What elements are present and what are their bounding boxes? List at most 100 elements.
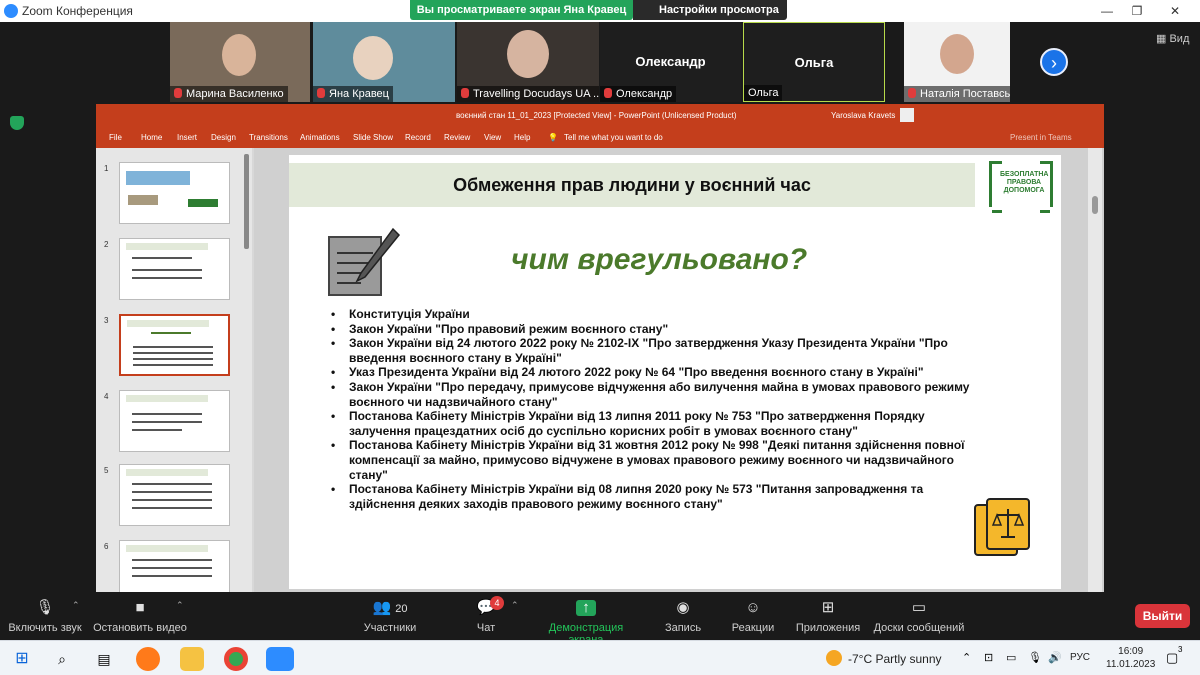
muted-mic-icon [317,88,325,98]
ppt-ribbon-tabs: File Home Insert Design Transitions Anim… [96,126,1104,148]
logo-text: БЕЗОПЛАТНА ПРАВОВА ДОПОМОГА [1000,171,1049,194]
participant-name: Марина Василенко [186,88,284,100]
editor-scrollbar[interactable] [1088,148,1102,592]
firefox-icon[interactable] [136,647,160,671]
tab-view[interactable]: View [484,133,501,142]
windows-start-icon[interactable]: ⊞ [10,647,34,671]
list-item: Постанова Кабінету Міністрів України від… [331,409,971,438]
tell-me-search[interactable]: Tell me what you want to do [564,133,663,142]
list-item: Конституція України [331,307,971,322]
tab-file[interactable]: File [109,133,122,142]
weather-sun-icon [826,650,842,666]
view-options-label: Настройки просмотра [659,4,779,16]
participant-video [222,34,256,76]
security-shield-icon[interactable] [10,116,24,130]
notifications-icon[interactable]: ▢ [1166,650,1178,666]
leave-button[interactable]: Выйти [1135,604,1190,628]
tab-transitions[interactable]: Transitions [249,133,288,142]
list-item: Указ Президента України від 24 лютого 20… [331,365,971,380]
chrome-icon[interactable] [224,647,248,671]
muted-mic-icon [604,88,612,98]
speaker-icon[interactable]: 🔊 [1048,651,1062,664]
chevron-up-icon[interactable]: ⌃ [511,600,519,611]
slide-number: 6 [104,542,109,551]
task-view-icon[interactable]: ▤ [92,647,116,671]
tab-insert[interactable]: Insert [177,133,197,142]
tab-record[interactable]: Record [405,133,431,142]
slide-number: 1 [104,164,109,173]
participant-tile[interactable]: Наталія Поставська [904,22,1010,102]
view-options-button[interactable]: Настройки просмотра ⌄ [633,0,787,36]
language-indicator[interactable]: РУС [1070,652,1090,663]
tab-home[interactable]: Home [141,133,162,142]
chevron-up-icon[interactable]: ⌃ [962,651,971,664]
user-avatar[interactable] [900,108,914,122]
view-toggle-button[interactable]: ▦ Вид [1156,32,1189,45]
participants-button[interactable]: 👥 20 Участники [360,592,420,640]
slide-thumbnail[interactable] [119,464,230,526]
participant-tile[interactable]: Марина Василенко [170,22,310,102]
participant-name: Наталія Поставська [920,88,1010,100]
window-title: Zoom Конференция [22,4,133,18]
tab-review[interactable]: Review [444,133,470,142]
minimize-icon[interactable]: — [1092,2,1122,20]
thumbnails-scrollbar[interactable] [244,154,249,249]
chevron-up-icon[interactable]: ⌃ [176,600,184,611]
record-button[interactable]: ◉ Запись [660,592,706,640]
microphone-icon[interactable]: 🎙 [1028,651,1042,664]
reactions-button[interactable]: ☺ Реакции [728,592,778,640]
ppt-user-name: Yaroslava Kravets [831,111,896,120]
zoom-taskbar-icon[interactable] [266,647,294,671]
legal-sources-list: Конституція України Закон України "Про п… [331,307,971,511]
reactions-label: Реакции [731,622,775,634]
participant-video [353,36,393,80]
participant-display-name: Олександр [635,54,706,69]
maximize-icon[interactable]: ❐ [1122,2,1152,20]
share-screen-icon: ↑ [576,600,596,616]
chevron-up-icon[interactable]: ⌃ [72,600,80,611]
present-in-teams-button[interactable]: Present in Teams [1010,133,1072,142]
participant-tile[interactable]: Яна Кравец [313,22,455,102]
slide-number: 4 [104,392,109,401]
legal-aid-logo: БЕЗОПЛАТНА ПРАВОВА ДОПОМОГА [989,161,1053,213]
slide-thumbnail[interactable] [119,238,230,300]
windows-taskbar: ⊞ ⌕ ▤ -7°C Partly sunny ⌃ ⊡ ▭ 🎙 🔊 РУС 16… [0,640,1200,675]
tray-app-icon[interactable]: ⊡ [984,651,993,664]
participant-tile[interactable]: Олександр Олександр [600,22,741,102]
tab-animations[interactable]: Animations [300,133,340,142]
slide-canvas: Обмеження прав людини у воєнний час БЕЗО… [289,155,1061,589]
search-icon[interactable]: ⌕ [50,647,74,671]
whiteboards-label: Доски сообщений [873,622,965,634]
participant-tile-active-speaker[interactable]: Ольга Ольга [743,22,885,102]
weather-text[interactable]: -7°C Partly sunny [848,652,942,666]
unmute-label: Включить звук [8,622,82,634]
participant-tile[interactable]: Travelling Docudays UA ... [457,22,599,102]
tab-help[interactable]: Help [514,133,530,142]
slide-thumbnail[interactable] [119,162,230,224]
slide-thumbnail[interactable] [119,390,230,452]
share-banner: Вы просматриваете экран Яна Кравец [410,0,633,20]
muted-mic-icon [908,88,916,98]
close-icon[interactable]: ✕ [1160,2,1190,20]
share-screen-button[interactable]: ↑ Демонстрация экрана [530,592,642,647]
stop-video-button[interactable]: ■ Остановить видео [92,592,188,640]
participant-name: Яна Кравец [329,88,389,100]
network-icon[interactable]: ▭ [1006,651,1016,664]
list-item: Постанова Кабінету Міністрів України від… [331,482,971,511]
apps-button[interactable]: ⊞ Приложения [794,592,862,640]
next-page-arrow-icon[interactable]: › [1040,48,1068,76]
slide-title: Обмеження прав людини у воєнний час [453,175,811,195]
list-item: Закон України "Про правовий режим воєнно… [331,322,971,337]
participants-label: Участники [363,622,417,634]
slide-thumbnail[interactable] [119,540,230,592]
file-explorer-icon[interactable] [180,647,204,671]
whiteboards-button[interactable]: ▭ Доски сообщений [870,592,968,640]
participant-video [507,30,549,78]
clock-date: 11.01.2023 [1106,659,1156,670]
participants-icon: 👥 [372,599,392,616]
slide-thumbnail-selected[interactable] [119,314,230,376]
tab-slide-show[interactable]: Slide Show [353,133,393,142]
clock[interactable]: 16:09 11.01.2023 [1106,645,1155,671]
muted-mic-icon [174,88,182,98]
tab-design[interactable]: Design [211,133,236,142]
